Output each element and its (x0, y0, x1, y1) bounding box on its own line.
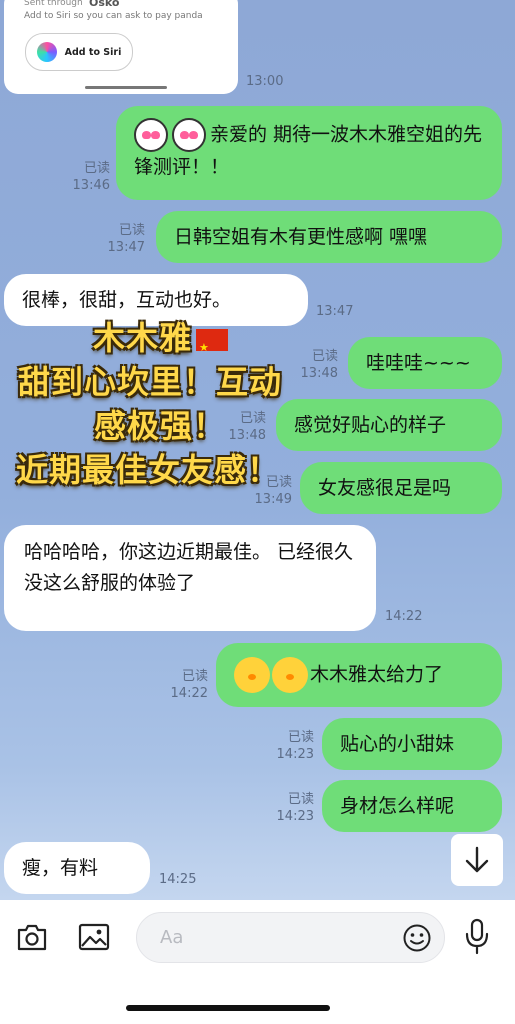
message-time: 14:25 (159, 872, 197, 887)
message-text: 哈哈哈哈，你这边近期最佳。 已经很久没这么舒服的体验了 (24, 541, 354, 594)
chick-sticker-icon (272, 657, 308, 693)
add-to-siri-label: Add to Siri (64, 46, 122, 58)
read-status: 已读 14:23 (276, 730, 314, 762)
read-status: 已读 13:48 (300, 349, 338, 381)
message-input[interactable]: Aa (136, 912, 445, 963)
siri-icon (36, 42, 57, 62)
promo-line: 甜到心坎里！互动 (18, 363, 283, 401)
message-text: 很棒，很甜，互动也好。 (22, 289, 232, 311)
chick-sticker-icon (234, 657, 270, 693)
promo-title: 木木雅 (93, 318, 229, 368)
message-text: 哇哇哇~~~ (366, 352, 471, 374)
message-text: 感觉好贴心的样子 (294, 414, 447, 436)
message-bubble[interactable]: 感觉好贴心的样子 (276, 399, 502, 451)
promo-line: 感极强！ (94, 407, 227, 445)
emoji-icon[interactable] (402, 923, 432, 953)
message-text: 日韩空姐有木有更性感啊 嘿嘿 (174, 226, 428, 248)
message-text: 身材怎么样呢 (340, 795, 455, 817)
message-bubble[interactable]: 女友感很足是吗 (300, 462, 502, 514)
scroll-to-bottom-button[interactable] (451, 834, 503, 886)
message-time: 13:00 (246, 74, 284, 89)
promo-line: 近期最佳女友感！ (16, 451, 281, 489)
message-time: 14:22 (385, 609, 423, 624)
message-input-placeholder: Aa (160, 927, 184, 948)
message-bubble[interactable]: 瘦，有料 (4, 842, 150, 894)
microphone-button[interactable] (464, 918, 490, 960)
message-bubble[interactable]: 木木雅太给力了 (216, 643, 502, 707)
camera-icon (17, 924, 47, 951)
read-status: 已读 13:47 (107, 223, 145, 255)
arrow-down-icon (465, 846, 489, 873)
message-bubble[interactable]: 哈哈哈哈，你这边近期最佳。 已经很久没这么舒服的体验了 (4, 525, 376, 631)
image-button[interactable] (78, 922, 110, 956)
sent-through-label: Sent through (24, 0, 83, 8)
message-text: 瘦，有料 (22, 857, 99, 879)
china-flag-icon (196, 328, 229, 368)
siri-hint: Add to Siri so you can ask to pay panda (24, 11, 203, 21)
message-bubble[interactable]: 哇哇哇~~~ (348, 337, 502, 389)
message-bubble[interactable]: 身材怎么样呢 (322, 780, 502, 832)
microphone-icon (465, 918, 489, 955)
siri-card: Sent through Osko Add to Siri so you can… (4, 0, 238, 94)
heart-eyes-emoji-icon (134, 118, 168, 152)
card-handle (85, 86, 167, 89)
add-to-siri-button[interactable]: Add to Siri (25, 33, 133, 71)
read-status: 已读 14:23 (276, 792, 314, 824)
message-text: 女友感很足是吗 (318, 477, 452, 499)
heart-eyes-emoji-icon (172, 118, 206, 152)
message-time: 13:47 (316, 304, 354, 319)
message-bubble[interactable]: 日韩空姐有木有更性感啊 嘿嘿 (156, 211, 502, 263)
message-text: 木木雅太给力了 (310, 663, 444, 686)
read-status: 已读 13:48 (228, 411, 266, 443)
osko-logo: Osko (89, 0, 120, 9)
read-status: 已读 13:46 (72, 161, 110, 193)
chat-area[interactable]: Sent through Osko Add to Siri so you can… (0, 0, 515, 900)
read-status: 已读 14:22 (170, 669, 208, 701)
message-bubble[interactable]: 贴心的小甜妹 (322, 718, 502, 770)
message-bubble[interactable]: 亲爱的 期待一波木木雅空姐的先锋测评！！ (116, 106, 502, 200)
image-icon (78, 923, 110, 951)
message-text: 贴心的小甜妹 (340, 733, 455, 755)
home-indicator (126, 1005, 330, 1011)
camera-button[interactable] (16, 922, 48, 956)
